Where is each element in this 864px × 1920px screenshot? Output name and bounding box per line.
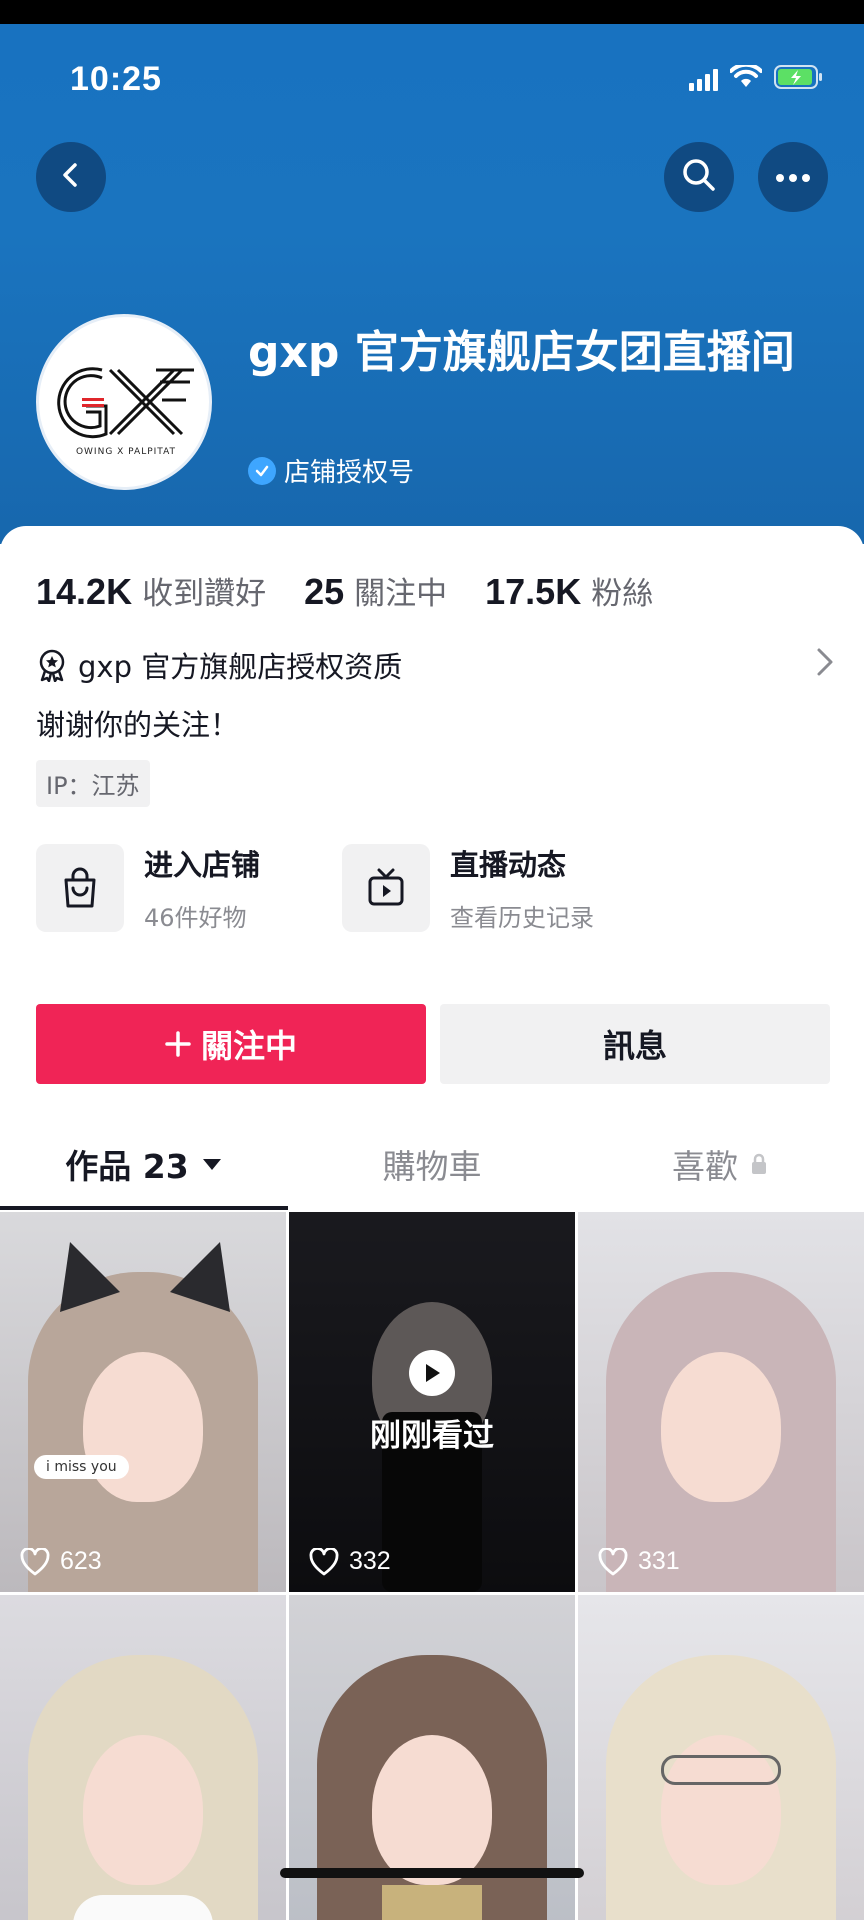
heart-icon [309,1547,339,1576]
video-likes: 623 [20,1547,102,1576]
more-button[interactable] [758,142,828,212]
tab-cart-label: 購物車 [382,1147,482,1186]
tab-underline [0,1206,288,1210]
verification-badge: 店铺授权号 [248,452,414,489]
status-icons [689,62,824,94]
tab-works-label: 作品 23 [65,1147,189,1186]
video-tile[interactable] [578,1595,864,1920]
followers-count[interactable]: 17.5K [485,571,581,613]
likes-count: 14.2K [36,571,133,612]
video-tile[interactable]: 刚刚看过 332 [289,1212,575,1592]
caret-down-icon [201,1157,223,1171]
video-likes-count: 332 [349,1547,391,1575]
search-icon [680,156,718,198]
message-label: 訊息 [602,1027,667,1065]
content-tabs: 作品 23 購物車 喜歡 [0,1118,864,1210]
video-likes-count: 331 [638,1547,680,1575]
bio-text: 谢谢你的关注！ [36,708,240,742]
back-button[interactable] [36,142,106,212]
chevron-right-icon [814,645,836,686]
following-label[interactable]: 關注中 [354,568,447,613]
ip-location: IP：江苏 [36,760,150,807]
live-history-title: 直播动态 [450,848,567,882]
follow-label: 關注中 [200,1027,297,1065]
battery-icon [774,64,824,94]
video-likes: 332 [309,1547,391,1576]
recently-viewed-overlay: 刚刚看过 [289,1212,575,1592]
enter-store-subtitle: 46件好物 [144,904,247,932]
status-time: 10:25 [70,60,162,98]
likes-label: 收到讚好 [142,576,267,612]
message-button[interactable]: 訊息 [440,1004,830,1084]
following-count[interactable]: 25 [304,571,344,613]
profile-screen: 10:25 OWING X PALPITAT gxp 官方旗舰店女团直播间 店铺… [0,24,864,1920]
video-tile[interactable]: 331 [578,1212,864,1592]
badge-icon [36,648,68,682]
glasses-icon [661,1755,781,1785]
tab-cart[interactable]: 購物車 [288,1118,576,1210]
search-button[interactable] [664,142,734,212]
verification-label: 店铺授权号 [284,458,415,488]
gxp-logo-icon: OWING X PALPITAT [57,367,194,457]
profile-card: 14.2K 收到讚好 25 關注中 17.5K 粉絲 gxp 官方旗舰店授权资质… [0,526,864,1920]
tv-icon [342,843,430,932]
chevron-left-icon [56,160,86,194]
verified-check-icon [248,456,276,485]
shop-avatar[interactable]: OWING X PALPITAT [36,314,212,490]
shop-name: gxp 官方旗舰店女团直播间 [248,327,795,378]
profile-header: 10:25 OWING X PALPITAT gxp 官方旗舰店女团直播间 店铺… [0,24,864,544]
home-indicator[interactable] [280,1868,584,1878]
heart-icon [598,1547,628,1576]
video-likes: 331 [598,1547,680,1576]
lock-icon [750,1152,768,1176]
enter-store-button[interactable]: 进入店铺 46件好物 [36,842,260,933]
signal-icon [689,67,718,91]
live-history-subtitle: 查看历史记录 [450,904,594,932]
status-bar: 10:25 [0,24,864,134]
qualification-row[interactable]: gxp 官方旗舰店授权资质 [36,644,836,686]
enter-store-title: 进入店铺 [144,848,261,882]
tab-works[interactable]: 作品 23 [0,1118,288,1210]
stats-row: 14.2K 收到讚好 25 關注中 17.5K 粉絲 [36,568,691,613]
svg-text:OWING X PALPITAT: OWING X PALPITAT [76,447,176,457]
heart-icon [20,1547,50,1576]
video-grid: i miss you 623 刚刚看过 332 331 [0,1212,864,1920]
recently-viewed-label: 刚刚看过 [370,1417,494,1454]
shopping-bag-icon [36,843,124,932]
video-likes-count: 623 [60,1547,102,1575]
live-history-button[interactable]: 直播动态 查看历史记录 [342,842,594,933]
tab-liked-label: 喜歡 [672,1147,738,1186]
follow-button[interactable]: 關注中 [36,1004,426,1084]
plus-icon [165,1031,191,1057]
tab-liked[interactable]: 喜歡 [576,1118,864,1210]
sticker-label: i miss you [34,1455,129,1479]
play-icon [409,1349,455,1396]
more-icon [774,168,812,187]
wifi-icon [729,62,763,93]
video-tile[interactable] [0,1595,286,1920]
cat-ears-icon [60,1242,230,1312]
video-tile[interactable]: i miss you 623 [0,1212,286,1592]
qualification-label: gxp 官方旗舰店授权资质 [78,650,403,684]
followers-label[interactable]: 粉絲 [591,568,653,613]
